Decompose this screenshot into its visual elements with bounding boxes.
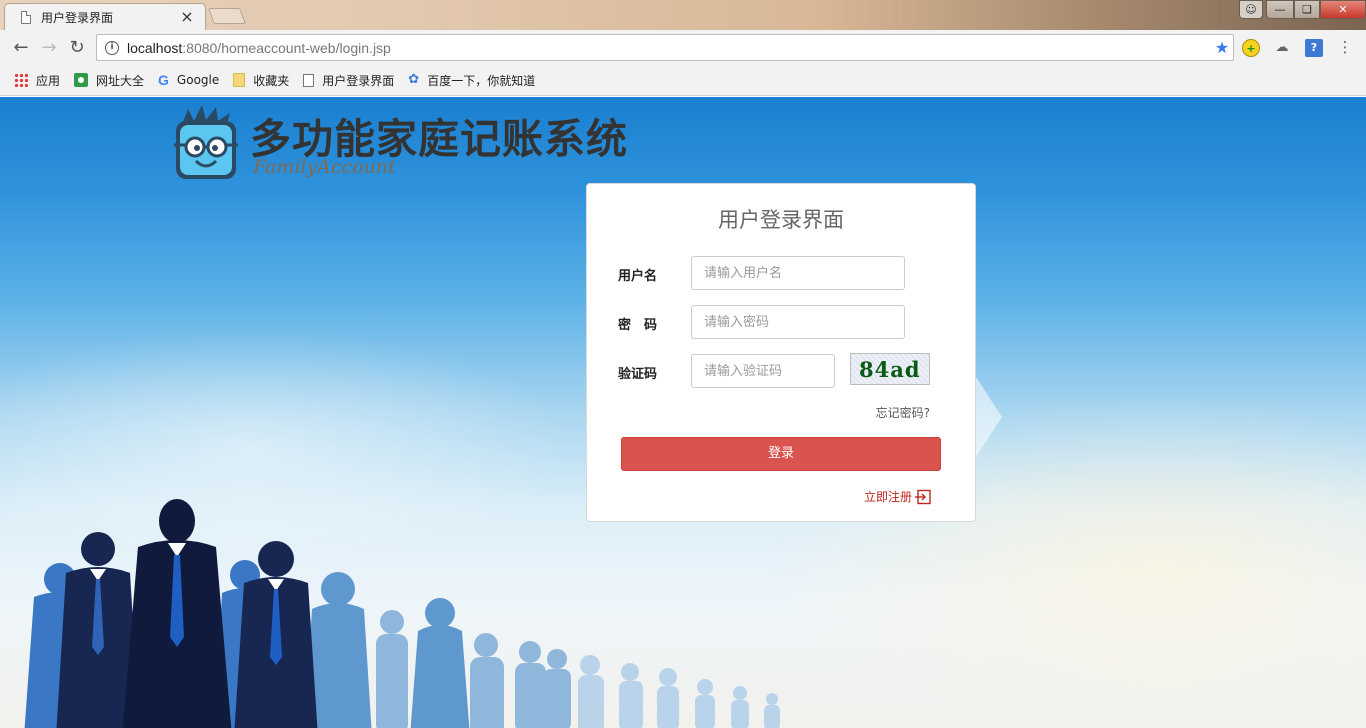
address-bar[interactable]: i localhost:8080/homeaccount-web/login.j… <box>96 34 1234 61</box>
captcha-text: 84ad <box>859 357 921 382</box>
baidu-paw-icon: ✿ <box>408 72 420 87</box>
browser-tab-strip: 用户登录界面 × ☺ — ❏ ✕ <box>0 0 1366 30</box>
login-card: 用户登录界面 用户名 密 码 验证码 84ad 忘记密码? 登录 立即注册 <box>586 183 976 522</box>
reload-icon[interactable]: ↻ <box>66 37 88 59</box>
minimize-button[interactable]: — <box>1266 0 1294 19</box>
page-icon <box>21 10 31 24</box>
apps-grid-icon <box>14 73 28 87</box>
captcha-label: 验证码 <box>618 367 658 382</box>
window-controls: ☺ — ❏ ✕ <box>1239 0 1366 19</box>
login-button[interactable]: 登录 <box>621 437 941 471</box>
web-directory-icon <box>74 73 89 87</box>
folder-icon <box>233 73 246 87</box>
bookmark-web-directory[interactable]: 网址大全 <box>74 72 144 89</box>
bookmark-baidu[interactable]: ✿ 百度一下，你就知道 <box>408 72 535 89</box>
site-info-icon[interactable]: i <box>105 40 119 55</box>
bookmark-google[interactable]: G Google <box>158 73 219 87</box>
bookmarks-bar: 应用 网址大全 G Google 收藏夹 用户登录界面 ✿ 百度一下，你就知道 <box>0 65 1366 96</box>
bookmark-star-icon[interactable]: ★ <box>1211 38 1233 57</box>
bookmark-apps[interactable]: 应用 <box>14 72 60 89</box>
close-window-button[interactable]: ✕ <box>1320 0 1366 19</box>
google-icon: G <box>158 72 169 88</box>
browser-toolbar: ← → ↻ i localhost:8080/homeaccount-web/l… <box>0 30 1366 65</box>
captcha-image[interactable]: 84ad <box>850 353 930 385</box>
business-crowd-illustration <box>24 499 780 728</box>
new-tab-button[interactable] <box>208 8 246 24</box>
login-title: 用户登录界面 <box>718 208 844 232</box>
user-profile-icon[interactable]: ☺ <box>1239 0 1263 19</box>
restore-button[interactable]: ❏ <box>1294 0 1320 19</box>
site-subtitle: FamilyAccount <box>253 156 396 178</box>
browser-tab-active[interactable]: 用户登录界面 × <box>4 3 206 30</box>
mascot-logo-icon <box>174 105 238 179</box>
username-input[interactable] <box>691 256 905 290</box>
register-label: 立即注册 <box>863 490 912 504</box>
register-link[interactable]: 立即注册 <box>864 488 932 505</box>
address-url: localhost:8080/homeaccount-web/login.jsp <box>127 39 391 56</box>
chevron-right-icon <box>976 377 1002 457</box>
register-arrow-icon <box>915 489 931 504</box>
login-page: 多功能家庭记账系统 FamilyAccount 用户登录界面 用户名 密 码 验… <box>0 97 1366 728</box>
forward-arrow-icon[interactable]: → <box>38 37 60 59</box>
forgot-password-link[interactable]: 忘记密码? <box>876 404 930 421</box>
extension-cloud-icon[interactable]: ☁ <box>1273 39 1291 57</box>
extension-blue-icon[interactable]: ? <box>1305 39 1323 57</box>
menu-kebab-icon[interactable]: ⋮ <box>1336 39 1354 57</box>
password-label: 密 码 <box>618 318 658 333</box>
extension-green-icon[interactable]: + <box>1242 39 1260 57</box>
bookmark-login-page[interactable]: 用户登录界面 <box>303 72 394 89</box>
tab-title: 用户登录界面 <box>41 10 114 25</box>
tab-close-icon[interactable]: × <box>179 9 195 25</box>
page-icon <box>303 73 315 87</box>
captcha-input[interactable] <box>691 354 835 388</box>
bookmark-favorites-folder[interactable]: 收藏夹 <box>233 72 289 89</box>
password-input[interactable] <box>691 305 905 339</box>
back-arrow-icon[interactable]: ← <box>10 37 32 59</box>
username-label: 用户名 <box>618 269 658 284</box>
